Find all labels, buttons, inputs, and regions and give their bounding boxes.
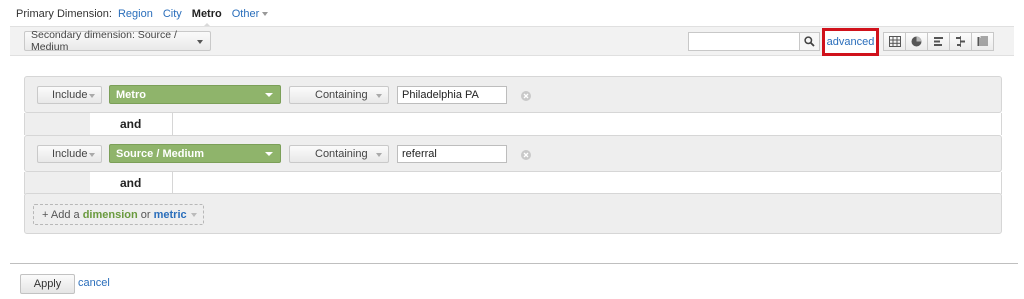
- table-search-input[interactable]: [688, 32, 800, 51]
- match-type-label: Containing: [315, 89, 368, 101]
- pie-chart-icon: [911, 36, 922, 47]
- include-exclude-dropdown[interactable]: Include: [37, 145, 102, 163]
- bar-list-icon: [934, 37, 943, 46]
- chevron-down-icon: [197, 40, 203, 44]
- chevron-down-icon: [89, 153, 95, 157]
- and-separator: and: [24, 172, 1002, 194]
- advanced-link-label: advanced: [826, 36, 875, 48]
- add-metric-label: metric: [153, 208, 187, 221]
- view-data-table-button[interactable]: [883, 32, 906, 51]
- secondary-dimension-label: Secondary dimension: Source / Medium: [31, 29, 177, 53]
- chevron-down-icon: [89, 94, 95, 98]
- filter-condition-row: Include Source / Medium Containing: [24, 135, 1002, 172]
- chevron-down-icon: [376, 94, 382, 98]
- comparison-icon: [956, 36, 965, 47]
- remove-condition-icon[interactable]: [521, 91, 531, 101]
- filter-dimension-label: Metro: [116, 88, 146, 101]
- chevron-down-icon: [265, 93, 273, 97]
- dimension-link-city[interactable]: City: [163, 8, 182, 20]
- and-spacer: [172, 172, 1002, 194]
- filter-dimension-select[interactable]: Metro: [109, 85, 281, 104]
- chevron-down-icon: [191, 213, 197, 217]
- and-spacer: [172, 113, 1002, 135]
- chevron-down-icon: [376, 153, 382, 157]
- dimension-link-region[interactable]: Region: [118, 8, 153, 20]
- filter-dimension-select[interactable]: Source / Medium: [109, 144, 281, 163]
- pivot-icon: [977, 36, 988, 46]
- cancel-link[interactable]: cancel: [78, 277, 110, 289]
- chevron-down-icon: [265, 152, 273, 156]
- include-label: Include: [52, 148, 88, 160]
- view-toggle-group: [883, 32, 994, 51]
- view-pie-button[interactable]: [905, 32, 928, 51]
- view-comparison-button[interactable]: [949, 32, 972, 51]
- add-dimension-label: dimension: [82, 208, 138, 221]
- close-icon: [523, 152, 529, 158]
- and-separator: and: [24, 113, 1002, 135]
- close-icon: [523, 93, 529, 99]
- add-condition-row: + Add a dimension or metric: [24, 193, 1002, 234]
- add-prefix: + Add a: [42, 208, 80, 221]
- remove-condition-icon[interactable]: [521, 150, 531, 160]
- filter-value-input[interactable]: [397, 86, 507, 104]
- add-dimension-or-metric-button[interactable]: + Add a dimension or metric: [33, 204, 204, 225]
- search-button[interactable]: [800, 32, 820, 51]
- and-gap: [24, 172, 90, 194]
- filter-value-input[interactable]: [397, 145, 507, 163]
- match-type-label: Containing: [315, 148, 368, 160]
- grid-icon: [888, 36, 901, 47]
- match-type-dropdown[interactable]: Containing: [289, 86, 389, 104]
- add-or-label: or: [140, 208, 151, 221]
- chevron-down-icon: [262, 12, 269, 16]
- divider: [10, 263, 1018, 264]
- view-pivot-button[interactable]: [971, 32, 994, 51]
- include-exclude-dropdown[interactable]: Include: [37, 86, 102, 104]
- match-type-dropdown[interactable]: Containing: [289, 145, 389, 163]
- filter-dimension-label: Source / Medium: [116, 147, 205, 160]
- dimension-other-dropdown[interactable]: Other: [232, 8, 269, 20]
- include-label: Include: [52, 89, 88, 101]
- and-label: and: [120, 117, 142, 131]
- dimension-active-metro: Metro: [192, 8, 222, 29]
- secondary-dimension-dropdown[interactable]: Secondary dimension: Source / Medium: [24, 29, 211, 53]
- primary-dimension-bar: Primary Dimension: Region City Metro Oth…: [16, 7, 269, 29]
- view-performance-button[interactable]: [927, 32, 950, 51]
- and-label: and: [120, 176, 142, 190]
- search-icon: [804, 36, 815, 47]
- primary-dimension-label: Primary Dimension:: [16, 8, 112, 20]
- advanced-filter-link[interactable]: advanced: [822, 28, 879, 56]
- and-gap: [24, 113, 90, 135]
- apply-button[interactable]: Apply: [20, 274, 75, 294]
- filter-condition-row: Include Metro Containing: [24, 76, 1002, 113]
